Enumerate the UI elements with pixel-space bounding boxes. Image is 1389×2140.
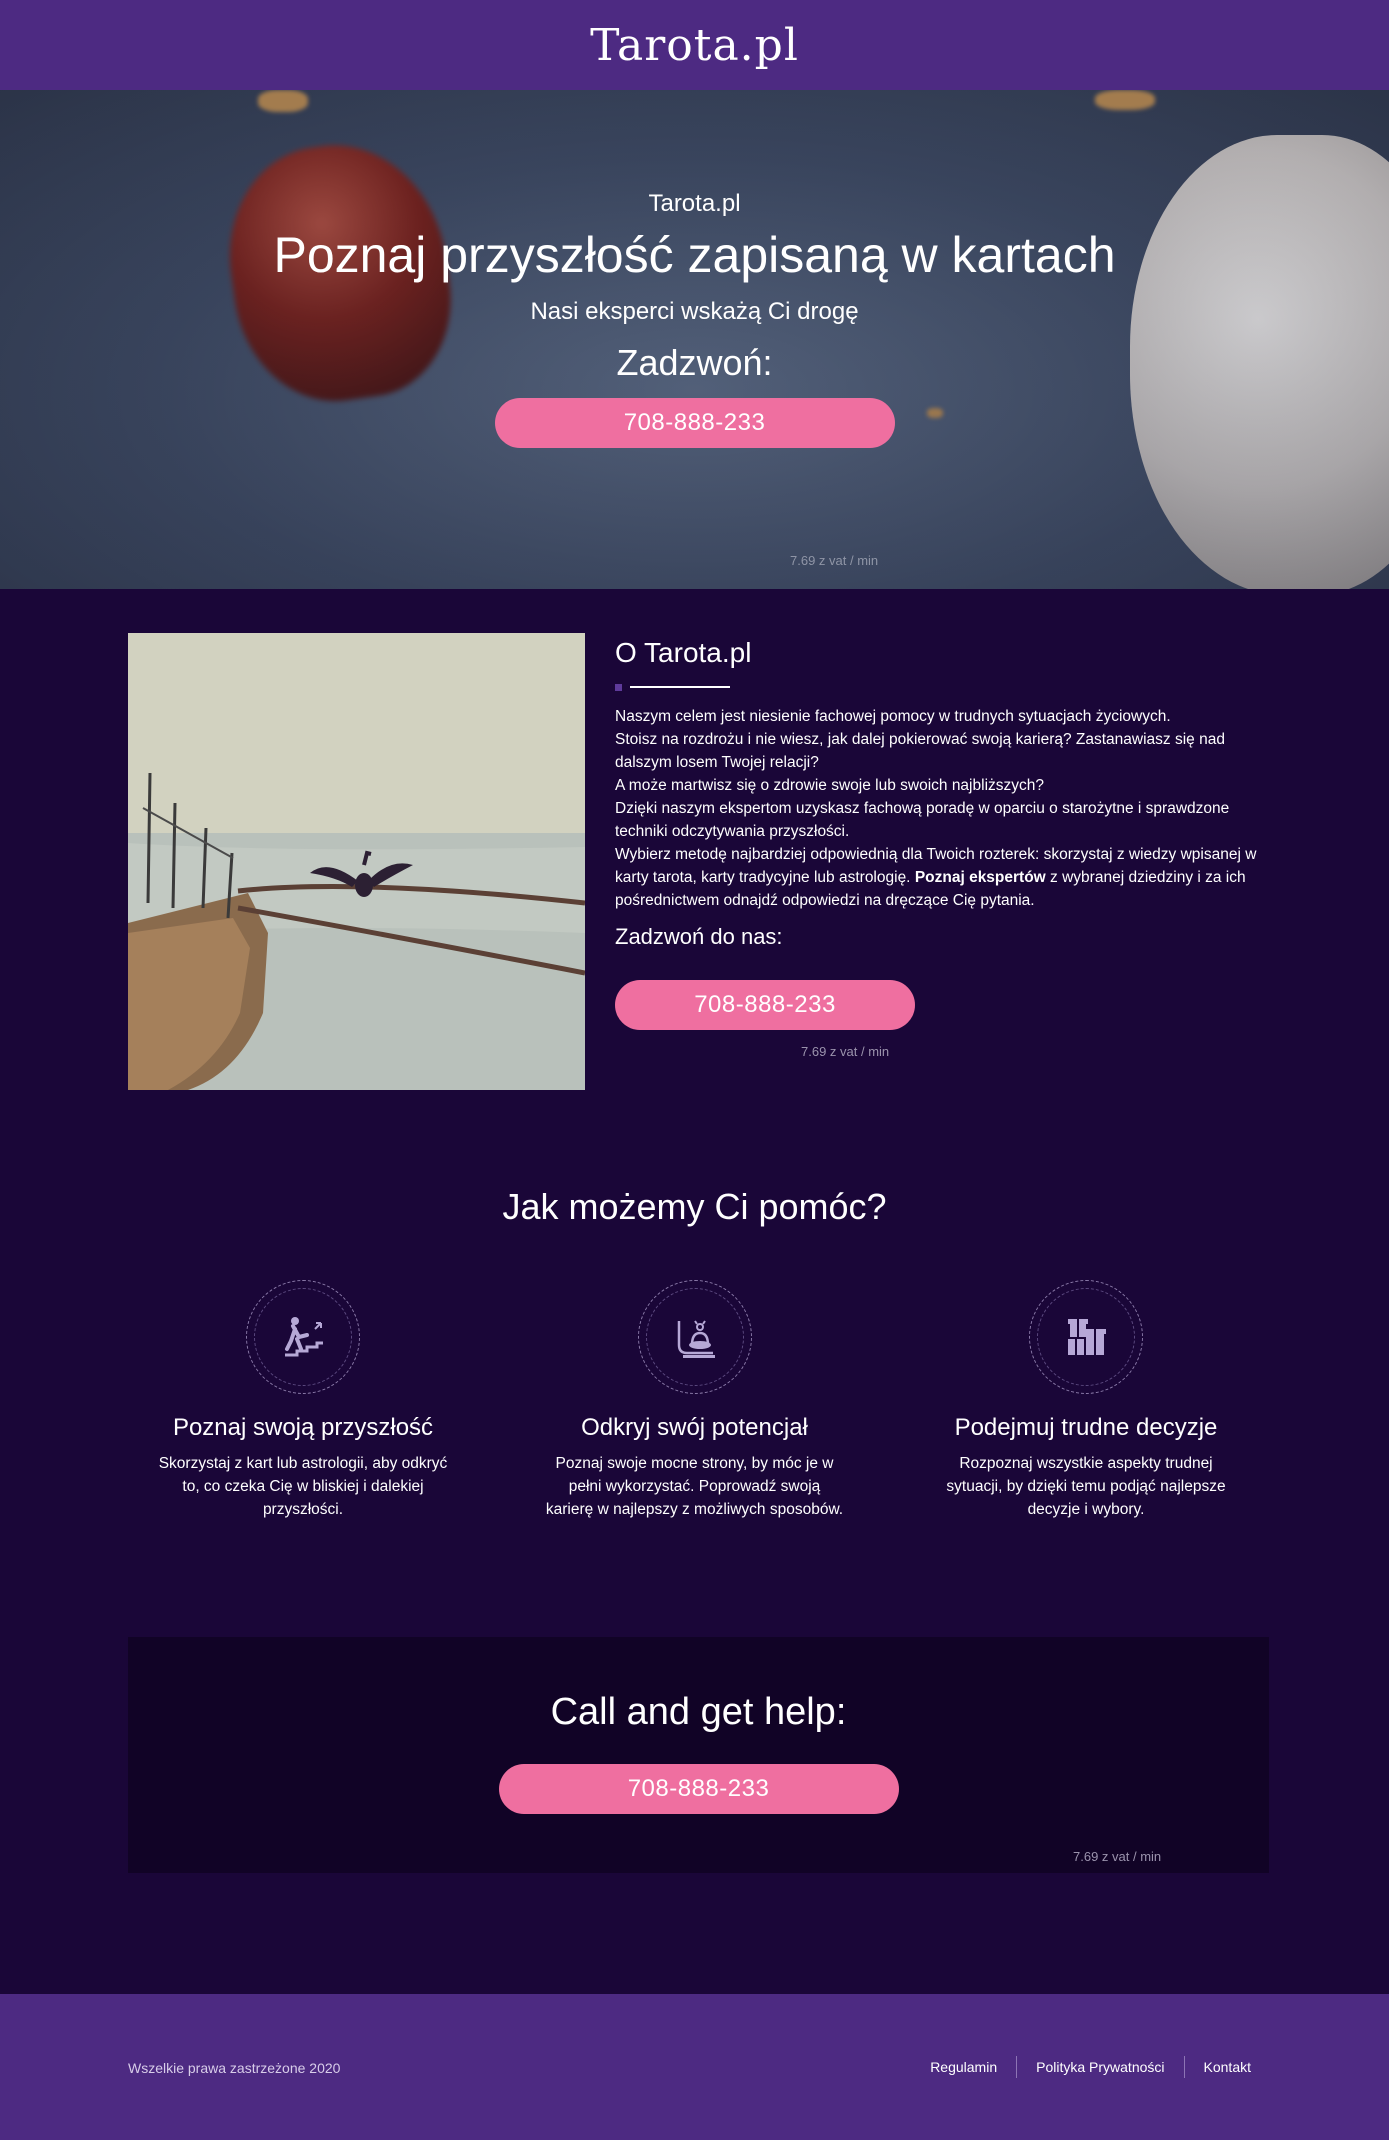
cormorant-boat-illustration [128, 633, 585, 1090]
footer-link-regulamin[interactable]: Regulamin [911, 2056, 1016, 2078]
feature-card: Podejmuj trudne decyzje Rozpoznaj wszyst… [911, 1280, 1261, 1521]
hero-content: Tarota.pl Poznaj przyszłość zapisaną w k… [0, 190, 1389, 448]
feature-icon-ring-inner [1037, 1288, 1135, 1386]
hero-call-label: Zadzwoń: [616, 342, 773, 383]
feature-text: Skorzystaj z kart lub astrologii, aby od… [158, 1455, 448, 1518]
feature-icon-ring-inner [254, 1288, 352, 1386]
about-call-label: Zadzwoń do nas: [615, 924, 783, 949]
about-paragraph: Stoisz na rozdrożu i nie wiesz, jak dale… [615, 731, 1225, 771]
feature-icon-ring [246, 1280, 360, 1394]
brand-logo[interactable]: Tarota.pl [590, 20, 799, 71]
about-title: O Tarota.pl [615, 637, 752, 668]
hero-title: Poznaj przyszłość zapisaną w kartach [273, 227, 1116, 283]
feature-text: Poznaj swoje mocne strony, by móc je w p… [545, 1455, 844, 1518]
top-bar: Tarota.pl [0, 0, 1389, 90]
feature-card: Poznaj swoją przyszłość Skorzystaj z kar… [128, 1280, 478, 1521]
footer: Wszelkie prawa zastrzeżone 2020 Regulami… [0, 1994, 1389, 2140]
cta-title: Call and get help: [550, 1691, 847, 1733]
about-paragraph-last: Wybierz metodę najbardziej odpowiednią d… [615, 843, 1265, 912]
cta-rate: 7.69 z vat / min [1073, 1849, 1162, 1864]
about-paragraph: Dzięki naszym ekspertom uzyskasz fachową… [615, 800, 1230, 840]
help-title: Jak możemy Ci pomóc? [502, 1186, 887, 1227]
feature-title: Podejmuj trudne decyzje [954, 1414, 1218, 1441]
feature-icon-ring [1029, 1280, 1143, 1394]
features: Poznaj swoją przyszłość Skorzystaj z kar… [128, 1280, 1261, 1521]
hero-subtitle: Nasi eksperci wskażą Ci drogę [530, 298, 859, 325]
about-paragraph: A może martwisz się o zdrowie swoje lub … [615, 777, 1044, 794]
footer-link-privacy[interactable]: Polityka Prywatności [1017, 2056, 1183, 2078]
footer-links: Regulamin Polityka Prywatności Kontakt [911, 2056, 1270, 2078]
meditation-bell-icon [677, 1320, 715, 1358]
cta-section: Call and get help: 708-888-233 7.69 z va… [128, 1637, 1269, 1873]
stairs-climbing-icon [285, 1317, 323, 1357]
feature-title: Odkryj swój potencjał [581, 1414, 808, 1441]
experts-link[interactable]: Poznaj ekspertów [915, 869, 1046, 886]
hero-kicker: Tarota.pl [648, 190, 741, 217]
about-paragraph: Naszym celem jest niesienie fachowej pom… [615, 708, 1171, 725]
feature-title: Poznaj swoją przyszłość [172, 1414, 434, 1441]
about-body: Naszym celem jest niesienie fachowej pom… [615, 705, 1265, 912]
hero-rate: 7.69 z vat / min [790, 553, 879, 568]
feature-icon-ring-inner [645, 1288, 744, 1386]
feature-text: Rozpoznaj wszystkie aspekty trudnej sytu… [946, 1455, 1226, 1518]
gifts-icon [1068, 1319, 1106, 1355]
feature-card: Odkryj swój potencjał Poznaj swoje mocne… [520, 1280, 870, 1521]
cta-phone-button[interactable]: 708-888-233 [498, 1764, 899, 1814]
title-divider [615, 683, 1265, 691]
about-photo [128, 633, 585, 1090]
copyright: Wszelkie prawa zastrzeżone 2020 [128, 2060, 341, 2076]
hero-phone-button[interactable]: 708-888-233 [494, 398, 895, 448]
footer-link-contact[interactable]: Kontakt [1185, 2056, 1270, 2078]
about-section: O Tarota.pl Naszym celem jest niesienie … [0, 589, 1389, 1149]
about-phone-button[interactable]: 708-888-233 [615, 980, 915, 1030]
hero-banner: Tarota.pl Poznaj przyszłość zapisaną w k… [0, 90, 1389, 589]
divider-square [615, 683, 622, 691]
about-rate: 7.69 z vat / min [801, 1044, 890, 1059]
divider-line [630, 686, 730, 688]
feature-icon-ring [637, 1280, 752, 1394]
about-text: O Tarota.pl Naszym celem jest niesienie … [615, 637, 1265, 1059]
